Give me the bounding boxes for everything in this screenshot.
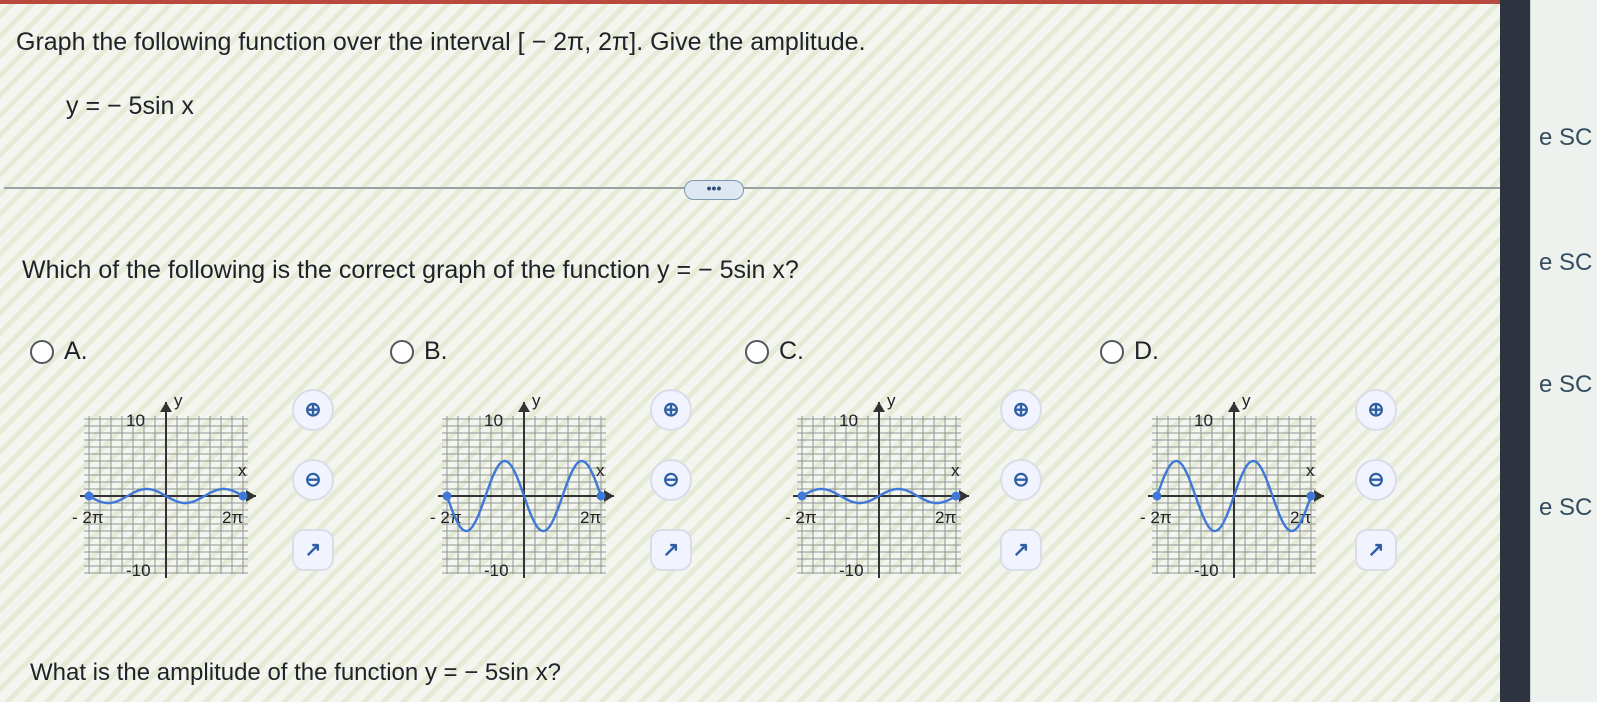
radio-b[interactable] xyxy=(390,339,414,364)
zoom-in-icon[interactable]: ⊕ xyxy=(1000,389,1042,431)
y-axis-arrow xyxy=(1228,402,1240,412)
y-axis-label: y xyxy=(887,391,896,410)
y-bottom-label: -10 xyxy=(126,561,151,580)
question-text: Graph the following function over the in… xyxy=(16,28,866,56)
right-endpoint xyxy=(238,491,248,501)
graph-b-svg: y x 10 -10 - 2π 2π xyxy=(430,391,614,580)
right-endpoint xyxy=(951,491,961,501)
y-bottom-label: -10 xyxy=(839,561,864,580)
right-endpoint xyxy=(596,491,606,501)
y-top-label: 10 xyxy=(839,411,858,430)
popout-icon[interactable]: ↗ xyxy=(1000,529,1042,571)
x-left-label: - 2π xyxy=(72,508,104,527)
y-top-label: 10 xyxy=(1194,411,1213,430)
x-left-label: - 2π xyxy=(1140,508,1172,527)
zoom-out-icon[interactable]: ⊖ xyxy=(650,459,692,501)
x-axis-label: x xyxy=(951,461,960,480)
graph-c: y x 10 -10 - 2π 2π xyxy=(785,388,973,586)
option-b[interactable]: B. xyxy=(390,337,448,366)
x-right-label: 2π xyxy=(222,508,243,527)
graph-c-svg: y x 10 -10 - 2π 2π xyxy=(785,391,969,580)
zoom-out-icon[interactable]: ⊖ xyxy=(1355,459,1397,501)
y-axis-arrow xyxy=(518,402,530,412)
graph-b: y x 10 -10 - 2π 2π xyxy=(430,388,618,586)
section-divider xyxy=(4,187,1500,189)
right-endpoint xyxy=(1306,491,1316,501)
option-a-label: A. xyxy=(64,337,88,365)
y-top-label: 10 xyxy=(126,411,145,430)
y-axis-arrow xyxy=(160,402,172,412)
left-endpoint xyxy=(1152,491,1162,501)
zoom-out-icon[interactable]: ⊖ xyxy=(292,459,334,501)
x-left-label: - 2π xyxy=(785,508,817,527)
y-axis-label: y xyxy=(1242,391,1251,410)
graph-d-svg: yx10-10- 2π 2π xyxy=(1140,391,1324,580)
x-right-label: 2π xyxy=(580,508,601,527)
x-axis-label: x xyxy=(238,461,247,480)
option-c[interactable]: C. xyxy=(745,337,804,366)
x-right-label: 2π xyxy=(935,508,956,527)
x-axis-label: x xyxy=(596,461,605,480)
option-d-label: D. xyxy=(1134,337,1159,365)
question-page: Graph the following function over the in… xyxy=(0,0,1500,702)
popout-icon[interactable]: ↗ xyxy=(650,529,692,571)
option-c-label: C. xyxy=(779,337,804,365)
radio-c[interactable] xyxy=(745,339,769,364)
amplitude-question: What is the amplitude of the function y … xyxy=(30,659,561,686)
y-axis-label: y xyxy=(532,391,541,410)
y-top-label: 10 xyxy=(484,411,503,430)
zoom-out-icon[interactable]: ⊖ xyxy=(1000,459,1042,501)
left-endpoint xyxy=(797,491,807,501)
option-a[interactable]: A. xyxy=(30,337,88,366)
radio-d[interactable] xyxy=(1100,339,1124,364)
y-axis-label: y xyxy=(174,391,183,410)
side-item-1: e SC xyxy=(1539,124,1593,151)
side-item-2: e SC xyxy=(1539,249,1593,276)
left-endpoint xyxy=(442,491,452,501)
y-axis-arrow xyxy=(873,402,885,412)
zoom-in-icon[interactable]: ⊕ xyxy=(1355,389,1397,431)
expand-more-button[interactable]: ••• xyxy=(684,180,744,200)
graph-d: y x 10 -10- 2π 2π xyxy=(1140,388,1328,586)
graph-question: Which of the following is the correct gr… xyxy=(22,256,799,284)
zoom-in-icon[interactable]: ⊕ xyxy=(292,389,334,431)
side-item-3: e SC xyxy=(1539,371,1593,398)
popout-icon[interactable]: ↗ xyxy=(1355,529,1397,571)
radio-a[interactable] xyxy=(30,339,54,364)
x-axis-label: x xyxy=(1306,461,1315,480)
left-endpoint xyxy=(84,491,94,501)
y-bottom-label: -10 xyxy=(484,561,509,580)
popout-icon[interactable]: ↗ xyxy=(292,529,334,571)
zoom-in-icon[interactable]: ⊕ xyxy=(650,389,692,431)
right-side-panel: e SC e SC e SC e SC xyxy=(1530,0,1597,702)
x-left-label: - 2π xyxy=(430,508,462,527)
graph-a: y x 10 -10 - 2π 2π xyxy=(72,388,260,586)
y-bottom-label: -10 xyxy=(1194,561,1219,580)
graph-a-svg: y x 10 -10 - 2π 2π xyxy=(72,391,256,580)
top-accent-bar xyxy=(0,0,1500,4)
function-formula: y = − 5sin x xyxy=(66,92,194,120)
side-item-4: e SC xyxy=(1539,494,1593,521)
option-b-label: B. xyxy=(424,337,448,365)
option-d[interactable]: D. xyxy=(1100,337,1159,366)
